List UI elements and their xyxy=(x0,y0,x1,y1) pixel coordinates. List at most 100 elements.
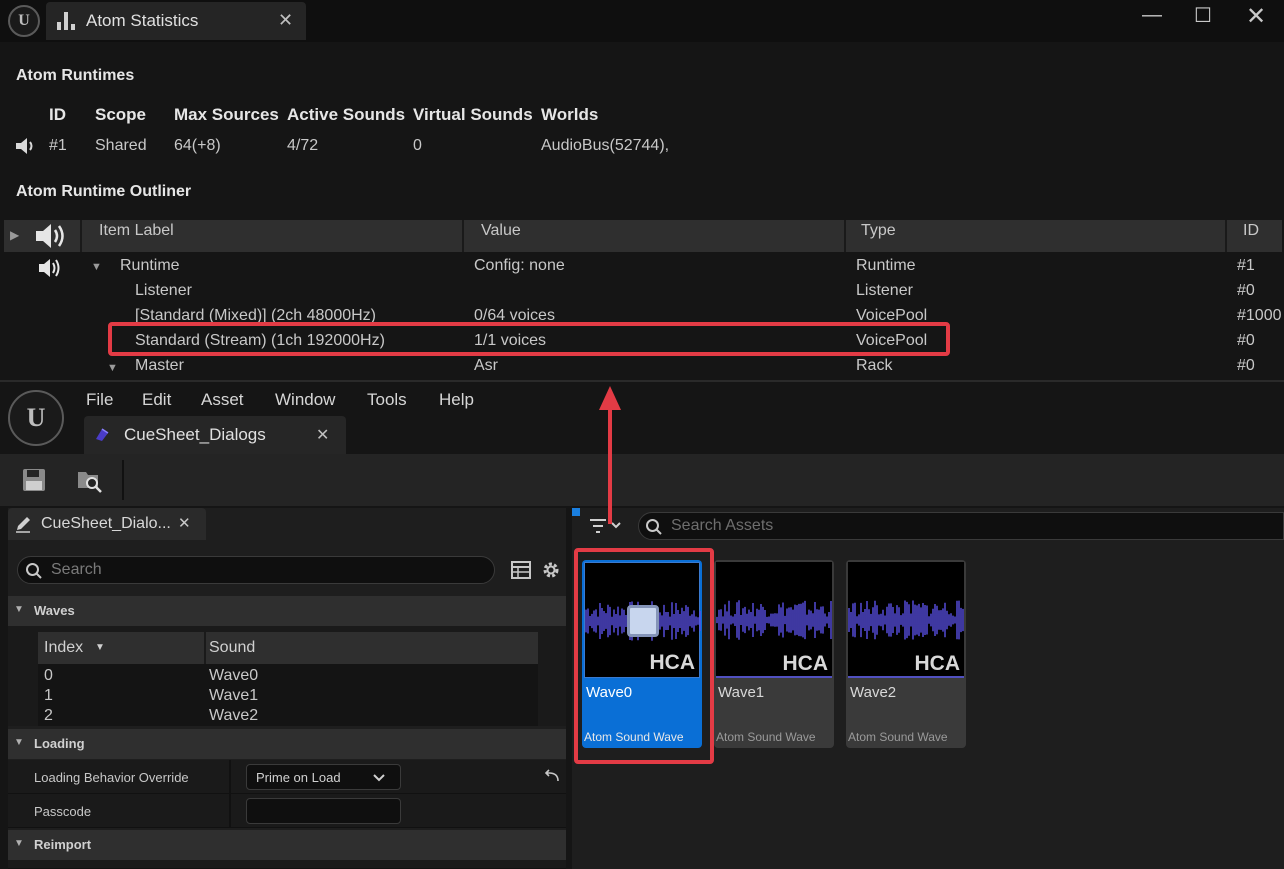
menu-edit[interactable]: Edit xyxy=(142,390,171,410)
menu-help[interactable]: Help xyxy=(439,390,474,410)
menu-asset[interactable]: Asset xyxy=(201,390,244,410)
loading-behavior-label: Loading Behavior Override xyxy=(34,770,189,785)
col-sound[interactable]: Sound xyxy=(209,639,255,657)
menu-file[interactable]: File xyxy=(86,390,113,410)
bar-chart-icon xyxy=(57,12,75,30)
speaker-icon[interactable] xyxy=(38,257,64,279)
menu-tools[interactable]: Tools xyxy=(367,390,407,410)
chevron-down-icon xyxy=(373,774,385,782)
details-tab-title: CueSheet_Dialo... xyxy=(41,515,171,532)
passcode-input[interactable] xyxy=(246,798,401,824)
close-icon[interactable]: ✕ xyxy=(316,425,329,445)
maximize-icon[interactable]: ☐ xyxy=(1185,3,1221,28)
column-divider xyxy=(229,760,231,794)
column-divider xyxy=(229,794,231,828)
waveform-icon xyxy=(848,600,964,640)
runtimes-heading: Atom Runtimes xyxy=(16,67,135,84)
col-id-outliner[interactable]: ID xyxy=(1243,222,1259,240)
asset-name: Wave1 xyxy=(718,684,765,701)
highlight-box xyxy=(108,322,950,356)
hca-badge: HCA xyxy=(782,652,829,675)
search-icon xyxy=(26,563,42,579)
chevron-right-icon[interactable]: ▶ xyxy=(10,228,19,242)
speaker-icon[interactable] xyxy=(15,137,37,155)
loading-behavior-value: Prime on Load xyxy=(256,770,341,785)
menu-window[interactable]: Window xyxy=(275,390,335,410)
highlight-box xyxy=(574,548,714,764)
col-index[interactable]: Index xyxy=(44,639,83,657)
passcode-label: Passcode xyxy=(34,804,92,819)
runtime-virtual-sounds: 0 xyxy=(413,137,422,154)
expand-arrow-icon[interactable]: ▼ xyxy=(107,362,118,374)
asset-search-placeholder: Search Assets xyxy=(671,517,774,534)
loading-behavior-row: Loading Behavior Override Prime on Load xyxy=(8,760,566,794)
wave-index[interactable]: 2 xyxy=(44,707,53,725)
cuesheet-doc-tab[interactable]: CueSheet_Dialogs ✕ xyxy=(84,416,346,454)
runtime-active-sounds: 4/72 xyxy=(287,137,319,154)
outliner-type: Rack xyxy=(856,357,893,374)
stats-tab[interactable]: Atom Statistics ✕ xyxy=(46,2,306,40)
waveform-thumbnail: HCA xyxy=(716,562,832,678)
save-icon[interactable] xyxy=(22,468,46,492)
details-tab[interactable]: CueSheet_Dialo... ✕ xyxy=(8,508,206,540)
toolbar-separator xyxy=(122,460,124,500)
asset-search-input[interactable]: Search Assets xyxy=(638,512,1284,540)
unreal-logo-icon: U xyxy=(8,5,40,37)
expand-arrow-icon[interactable]: ▼ xyxy=(91,261,102,273)
outliner-id: #1000 xyxy=(1237,307,1282,324)
table-view-icon[interactable] xyxy=(511,560,531,580)
waves-category[interactable]: ▼ Waves xyxy=(8,596,566,626)
hca-badge: HCA xyxy=(914,652,961,675)
minimize-icon[interactable]: — xyxy=(1134,4,1170,27)
stats-tab-title: Atom Statistics xyxy=(86,11,199,30)
sort-arrow-icon[interactable]: ▼ xyxy=(95,642,105,653)
asset-tile-wave2[interactable]: HCA Wave2 Atom Sound Wave xyxy=(846,560,966,748)
asset-type: Atom Sound Wave xyxy=(848,730,948,744)
wave-sound[interactable]: Wave1 xyxy=(209,687,258,705)
outliner-value: Asr xyxy=(474,357,498,374)
speaker-header-icon[interactable] xyxy=(34,222,70,250)
outliner-label[interactable]: Master xyxy=(135,357,184,375)
wave-index[interactable]: 0 xyxy=(44,667,53,685)
collapse-arrow-icon: ▼ xyxy=(14,737,24,748)
col-item-label[interactable]: Item Label xyxy=(99,222,174,240)
asset-tile-wave1[interactable]: HCA Wave1 Atom Sound Wave xyxy=(714,560,834,748)
wave-sound[interactable]: Wave2 xyxy=(209,707,258,725)
window-close-icon[interactable]: ✕ xyxy=(1238,2,1274,31)
outliner-type: Listener xyxy=(856,282,913,299)
gear-icon[interactable] xyxy=(540,559,562,581)
reimport-category[interactable]: ▼ Reimport xyxy=(8,830,566,860)
waveform-icon xyxy=(716,600,832,640)
asset-name: Wave2 xyxy=(850,684,897,701)
atom-statistics-window: U Atom Statistics ✕ — ☐ ✕ Atom Runtimes … xyxy=(0,0,1284,380)
col-value[interactable]: Value xyxy=(481,222,521,240)
collapse-arrow-icon: ▼ xyxy=(14,838,24,849)
unreal-logo-icon: U xyxy=(8,390,64,446)
col-scope: Scope xyxy=(95,105,147,124)
runtime-worlds: AudioBus(52744), xyxy=(541,137,670,154)
loading-behavior-dropdown[interactable]: Prime on Load xyxy=(246,764,401,790)
outliner-heading: Atom Runtime Outliner xyxy=(16,183,192,200)
outliner-rows: ▼ Runtime Config: none Runtime #1 Listen… xyxy=(0,252,1284,380)
runtime-id: #1 xyxy=(49,137,67,154)
loading-category[interactable]: ▼ Loading xyxy=(8,729,566,759)
outliner-id: #0 xyxy=(1237,357,1255,374)
outliner-id: #0 xyxy=(1237,332,1255,349)
reset-arrow-icon[interactable] xyxy=(544,769,560,783)
runtime-scope: Shared xyxy=(95,137,147,154)
outliner-label[interactable]: Listener xyxy=(135,282,192,300)
wave-index[interactable]: 1 xyxy=(44,687,53,705)
details-search-input[interactable]: Search xyxy=(17,556,495,584)
loading-category-title: Loading xyxy=(34,736,85,751)
close-icon[interactable]: ✕ xyxy=(278,10,293,31)
outliner-id: #1 xyxy=(1237,257,1255,274)
search-placeholder: Search xyxy=(51,561,102,578)
wave-sound[interactable]: Wave0 xyxy=(209,667,258,685)
outliner-label[interactable]: Runtime xyxy=(120,257,180,275)
col-type[interactable]: Type xyxy=(861,222,896,240)
browse-asset-icon[interactable] xyxy=(76,466,104,494)
waves-table-header: Index ▼ Sound xyxy=(38,632,538,664)
pencil-icon xyxy=(16,517,30,533)
close-icon[interactable]: ✕ xyxy=(178,514,191,532)
waveform-thumbnail: HCA xyxy=(848,562,964,678)
